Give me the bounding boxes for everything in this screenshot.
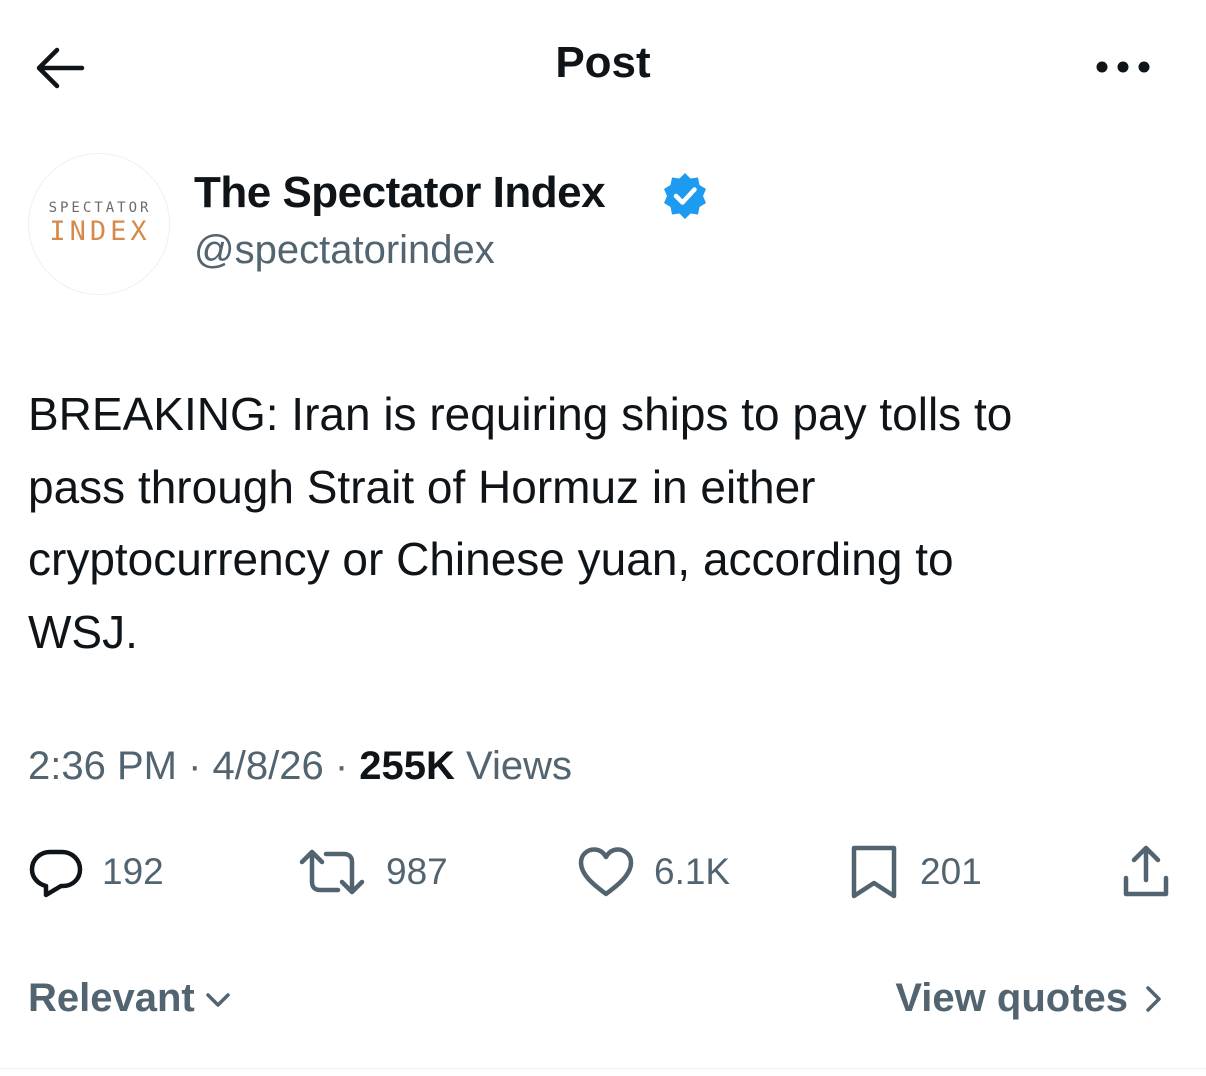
view-quotes-link[interactable]: View quotes: [895, 976, 1168, 1021]
heart-icon: [578, 847, 634, 897]
views-count: 255K: [359, 744, 455, 788]
post-date[interactable]: 4/8/26: [213, 744, 324, 788]
reply-icon: [29, 849, 83, 898]
author-display-name[interactable]: The Spectator Index: [194, 168, 606, 218]
post-meta: 2:36 PM · 4/8/26 · 255K Views: [28, 744, 572, 789]
like-button[interactable]: 6.1K: [576, 840, 730, 904]
repost-count: 987: [386, 851, 448, 892]
more-horizontal-icon: [1096, 61, 1150, 73]
avatar-logo-line1: SPECTATOR: [48, 200, 152, 216]
bookmark-icon: [851, 845, 897, 899]
author-handle[interactable]: @spectatorindex: [194, 228, 495, 273]
meta-separator: ·: [176, 744, 213, 788]
share-button[interactable]: [1118, 840, 1174, 904]
more-button[interactable]: [1088, 52, 1158, 82]
views-label: Views: [466, 744, 573, 788]
sort-dropdown[interactable]: Relevant: [28, 976, 235, 1021]
post-time[interactable]: 2:36 PM: [28, 744, 177, 788]
view-quotes-label: View quotes: [895, 976, 1128, 1020]
divider: [0, 1068, 1206, 1069]
sort-label: Relevant: [28, 976, 195, 1020]
reply-button[interactable]: 192: [28, 840, 164, 904]
avatar[interactable]: SPECTATOR INDEX: [28, 153, 170, 295]
repost-button[interactable]: 987: [296, 840, 448, 904]
chevron-right-icon: [1146, 985, 1161, 1012]
verified-badge-icon: [660, 170, 710, 220]
share-icon: [1123, 845, 1169, 897]
bookmark-count: 201: [920, 851, 982, 892]
meta-separator: ·: [323, 744, 360, 788]
chevron-down-icon: [206, 992, 230, 1007]
bookmark-button[interactable]: 201: [846, 840, 982, 904]
reply-count: 192: [102, 851, 164, 892]
like-count: 6.1K: [654, 851, 731, 892]
repost-icon: [299, 849, 365, 895]
post-text: BREAKING: Iran is requiring ships to pay…: [28, 388, 1013, 658]
page-title: Post: [555, 38, 651, 87]
avatar-logo-line2: INDEX: [49, 216, 151, 247]
